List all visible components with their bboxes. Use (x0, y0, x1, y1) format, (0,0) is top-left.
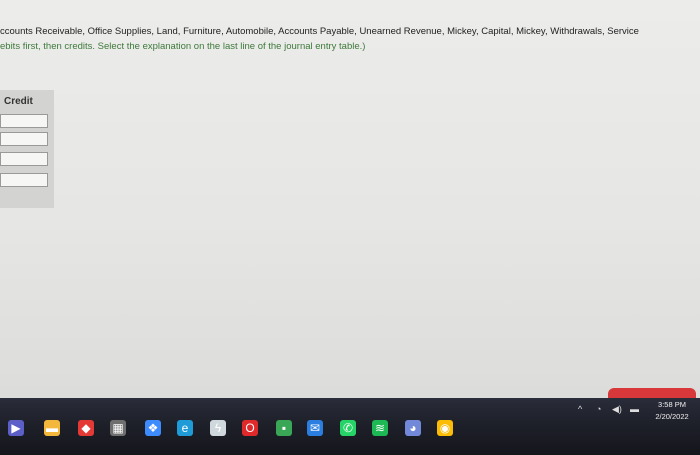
question-instructions: ccounts Receivable, Office Supplies, Lan… (0, 24, 700, 54)
taskbar-clock[interactable]: 3:58 PM 2/20/2022 (648, 399, 696, 423)
wifi-icon[interactable]: ◔ (596, 404, 601, 414)
credit-input-4[interactable] (0, 173, 48, 187)
video-app-icon[interactable]: ▶ (8, 420, 24, 436)
credit-column-header: Credit (4, 96, 33, 107)
volume-icon[interactable]: ◀) (612, 404, 622, 415)
browser-page: ccounts Receivable, Office Supplies, Lan… (0, 0, 700, 398)
journal-credit-column: Credit (0, 90, 54, 208)
calculator-icon[interactable]: ▦ (110, 420, 126, 436)
edge-icon[interactable]: e (177, 420, 193, 436)
discord-icon[interactable]: ◕ (405, 420, 421, 436)
credit-input-2[interactable] (0, 132, 48, 146)
red-diamond-app-icon[interactable]: ◆ (78, 420, 94, 436)
instructions-line-1: ccounts Receivable, Office Supplies, Lan… (0, 26, 639, 37)
whatsapp-icon[interactable]: ✆ (340, 420, 356, 436)
credit-input-3[interactable] (0, 152, 48, 166)
mail-icon[interactable]: ✉ (307, 420, 323, 436)
file-explorer-icon[interactable]: ▬ (44, 420, 60, 436)
clock-date: 2/20/2022 (655, 412, 689, 421)
chrome-icon[interactable]: ◉ (437, 420, 453, 436)
chevron-up-icon[interactable]: ^ (578, 404, 582, 414)
opera-icon[interactable]: O (242, 420, 258, 436)
dropbox-icon[interactable]: ❖ (145, 420, 161, 436)
credit-input-1[interactable] (0, 114, 48, 128)
battery-icon[interactable]: ▬ (630, 404, 639, 414)
spotify-icon[interactable]: ≋ (372, 420, 388, 436)
bolt-app-icon[interactable]: ϟ (210, 420, 226, 436)
clock-time: 3:58 PM (658, 400, 686, 409)
instructions-line-2: ebits first, then credits. Select the ex… (0, 41, 366, 52)
green-app-icon[interactable]: ▪ (276, 420, 292, 436)
